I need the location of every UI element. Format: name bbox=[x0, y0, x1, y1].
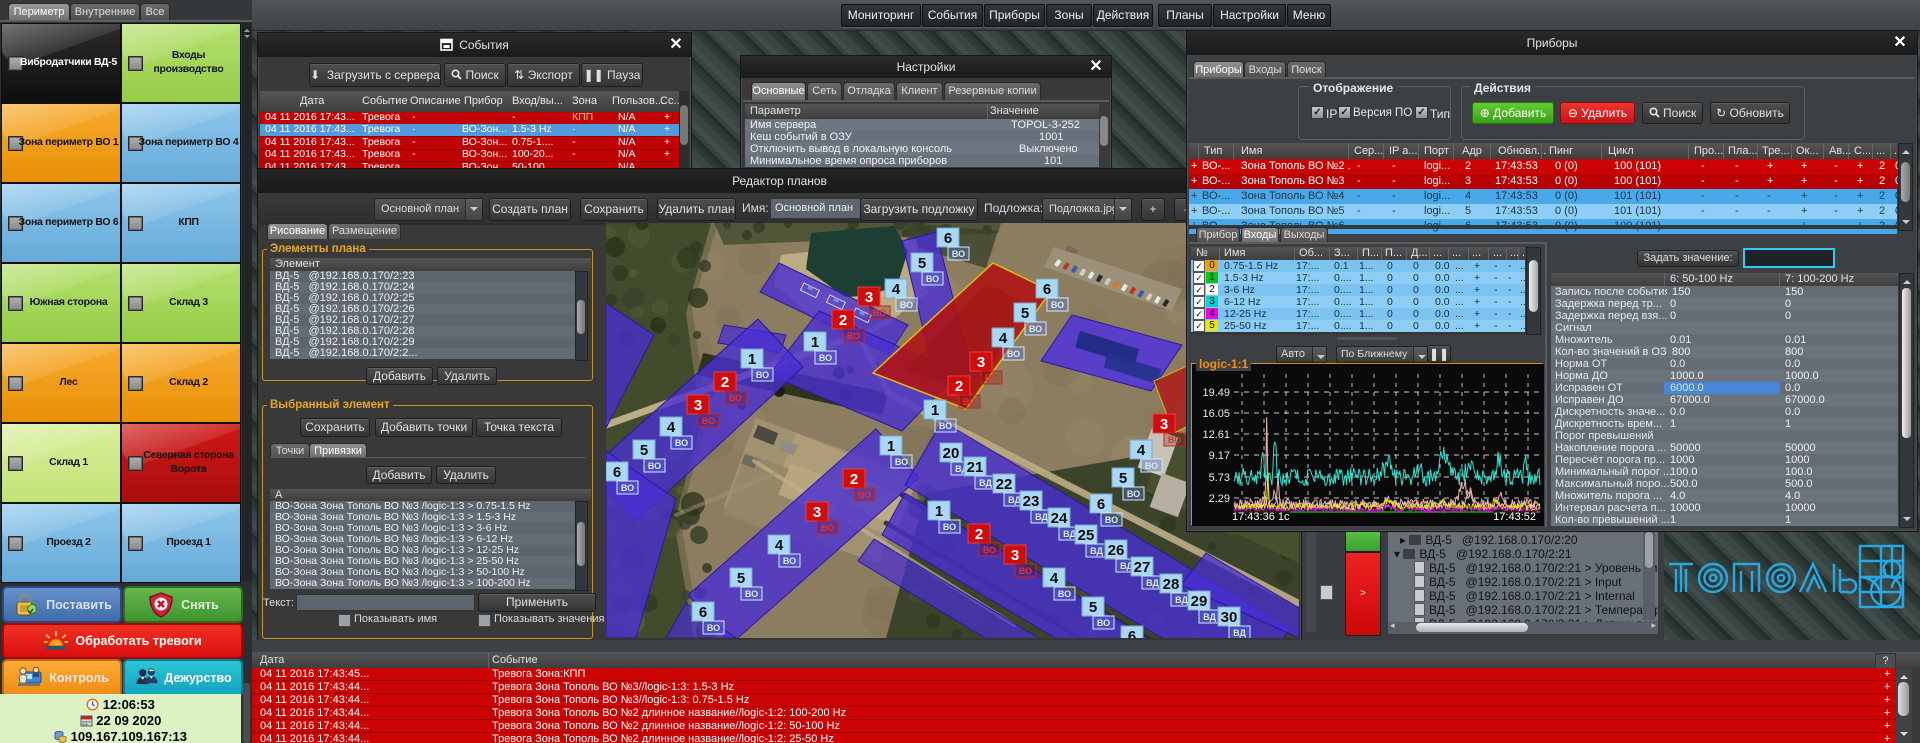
svg-text:27: 27 bbox=[1134, 559, 1151, 576]
svg-text:24: 24 bbox=[1051, 510, 1068, 527]
svg-text:ВО: ВО bbox=[1127, 489, 1140, 499]
svg-text:16.05: 16.05 bbox=[1202, 408, 1230, 420]
svg-text:12.61: 12.61 bbox=[1202, 429, 1230, 441]
svg-text:ВО: ВО bbox=[783, 556, 796, 566]
svg-text:5: 5 bbox=[918, 255, 926, 272]
svg-text:ВО: ВО bbox=[821, 523, 834, 533]
svg-text:ВО: ВО bbox=[952, 249, 965, 259]
svg-text:1: 1 bbox=[748, 351, 756, 368]
svg-text:ВО: ВО bbox=[983, 545, 996, 555]
svg-text:4: 4 bbox=[892, 281, 901, 298]
svg-text:ВО: ВО bbox=[621, 483, 634, 493]
svg-text:28: 28 bbox=[1163, 576, 1180, 593]
svg-text:2.29: 2.29 bbox=[1209, 493, 1230, 505]
svg-text:ВД: ВД bbox=[1035, 512, 1048, 522]
svg-text:ВО: ВО bbox=[939, 421, 952, 431]
svg-text:ВО: ВО bbox=[1058, 589, 1071, 599]
svg-text:ВО: ВО bbox=[943, 522, 956, 532]
svg-text:3: 3 bbox=[977, 354, 985, 371]
svg-text:6: 6 bbox=[613, 464, 621, 481]
svg-text:ВД: ВД bbox=[1175, 595, 1188, 605]
svg-text:25: 25 bbox=[1078, 527, 1095, 544]
svg-text:6: 6 bbox=[1128, 628, 1136, 638]
svg-text:ВО: ВО bbox=[926, 274, 939, 284]
svg-text:ВО: ВО bbox=[756, 370, 769, 380]
svg-text:5: 5 bbox=[737, 570, 745, 587]
svg-text:3: 3 bbox=[865, 289, 873, 306]
svg-text:4: 4 bbox=[1137, 442, 1146, 459]
svg-text:ВО: ВО bbox=[729, 393, 742, 403]
svg-text:5: 5 bbox=[1021, 305, 1029, 322]
svg-text:1: 1 bbox=[931, 402, 939, 419]
svg-text:4: 4 bbox=[667, 419, 676, 436]
svg-text:ВО: ВО bbox=[702, 416, 715, 426]
svg-text:3: 3 bbox=[813, 504, 821, 521]
svg-text:ВО: ВО bbox=[1007, 349, 1020, 359]
svg-text:ВО: ВО bbox=[847, 331, 860, 341]
svg-text:2: 2 bbox=[839, 312, 847, 329]
svg-text:3: 3 bbox=[694, 397, 702, 414]
svg-text:19.49: 19.49 bbox=[1202, 387, 1230, 399]
svg-text:6: 6 bbox=[699, 604, 707, 621]
svg-text:ВД: ВД bbox=[1146, 578, 1159, 588]
svg-text:5: 5 bbox=[640, 442, 648, 459]
svg-text:2: 2 bbox=[721, 374, 729, 391]
svg-text:29: 29 bbox=[1191, 593, 1208, 610]
svg-text:з: з bbox=[1882, 566, 1887, 577]
svg-text:4: 4 bbox=[1050, 570, 1059, 587]
svg-text:6: 6 bbox=[1043, 281, 1051, 298]
svg-text:9.17: 9.17 bbox=[1209, 450, 1230, 462]
svg-text:ВО: ВО bbox=[1105, 515, 1118, 525]
svg-text:23: 23 bbox=[1023, 493, 1040, 510]
svg-text:ВО: ВО bbox=[707, 623, 720, 633]
svg-text:21: 21 bbox=[967, 459, 984, 476]
svg-text:ВО: ВО bbox=[1168, 435, 1181, 445]
svg-text:ВД: ВД bbox=[1203, 612, 1216, 622]
svg-text:ВО: ВО bbox=[1029, 324, 1042, 334]
svg-text:30: 30 bbox=[1221, 609, 1238, 626]
svg-text:ВО: ВО bbox=[900, 300, 913, 310]
svg-text:4: 4 bbox=[775, 537, 784, 554]
svg-text:5.73: 5.73 bbox=[1209, 472, 1230, 484]
svg-text:3: 3 bbox=[1011, 547, 1019, 564]
svg-text:ВО: ВО bbox=[858, 490, 871, 500]
svg-text:ВО: ВО bbox=[985, 373, 998, 383]
svg-text:1: 1 bbox=[811, 334, 819, 351]
svg-text:4: 4 bbox=[999, 330, 1008, 347]
svg-text:ВО: ВО bbox=[895, 457, 908, 467]
svg-text:ВО: ВО bbox=[1145, 461, 1158, 471]
svg-text:ВО: ВО bbox=[675, 438, 688, 448]
svg-text:2: 2 bbox=[975, 526, 983, 543]
svg-text:ВД: ВД bbox=[1008, 495, 1021, 505]
svg-text:ВД: ВД bbox=[1063, 529, 1076, 539]
svg-text:3: 3 bbox=[1160, 416, 1168, 433]
svg-text:2: 2 bbox=[850, 471, 858, 488]
svg-text:ВО: ВО bbox=[819, 353, 832, 363]
svg-text:6: 6 bbox=[1097, 496, 1105, 513]
svg-text:ВД: ВД bbox=[1233, 628, 1246, 638]
svg-text:2: 2 bbox=[955, 378, 963, 395]
svg-text:ВД: ВД bbox=[979, 478, 992, 488]
svg-text:ВО: ВО bbox=[963, 397, 976, 407]
svg-text:ВД: ВД bbox=[1090, 546, 1103, 556]
svg-text:1: 1 bbox=[935, 503, 943, 520]
svg-text:1: 1 bbox=[887, 438, 895, 455]
svg-text:ВО: ВО bbox=[1097, 618, 1110, 628]
svg-text:20: 20 bbox=[943, 445, 960, 462]
svg-text:5: 5 bbox=[1119, 470, 1127, 487]
svg-text:26: 26 bbox=[1108, 542, 1125, 559]
svg-text:ВО: ВО bbox=[745, 589, 758, 599]
svg-text:ВО: ВО bbox=[1019, 566, 1032, 576]
svg-text:22: 22 bbox=[996, 476, 1013, 493]
svg-text:ВО: ВО bbox=[873, 308, 886, 318]
svg-text:5: 5 bbox=[1089, 599, 1097, 616]
svg-text:ВО: ВО bbox=[648, 461, 661, 471]
svg-text:6: 6 bbox=[944, 230, 952, 247]
svg-text:ВО: ВО bbox=[1051, 300, 1064, 310]
